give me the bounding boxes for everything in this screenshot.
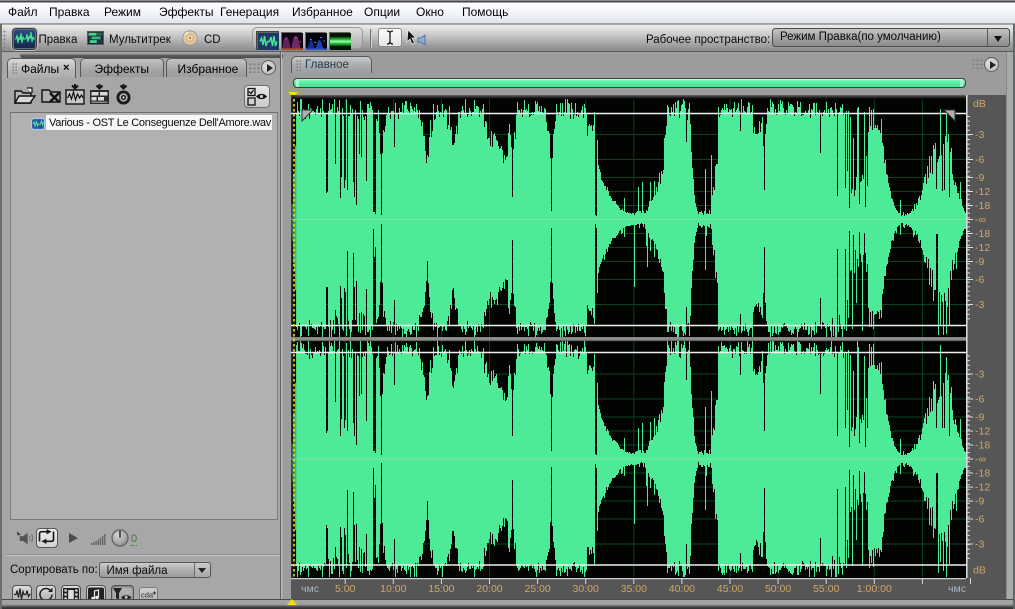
svg-text:-9: -9 [975,496,984,508]
svg-text:-18: -18 [975,228,990,240]
svg-text:чмс: чмс [301,583,319,595]
svg-text:30:00: 30:00 [573,583,599,595]
svg-text:20:00: 20:00 [476,583,502,595]
svg-text:-6: -6 [975,274,984,286]
svg-text:-6: -6 [975,514,984,526]
svg-text:-9: -9 [975,412,984,424]
svg-text:-9: -9 [975,172,984,184]
svg-text:-12: -12 [975,426,990,438]
svg-text:45:00: 45:00 [717,583,743,595]
svg-text:-18: -18 [975,440,990,452]
svg-text:-∞: -∞ [975,454,986,466]
svg-text:-12: -12 [975,186,990,198]
svg-text:-3: -3 [975,299,984,311]
svg-text:-12: -12 [975,482,990,494]
svg-text:-6: -6 [975,154,984,166]
svg-text:-12: -12 [975,242,990,254]
svg-text:1:00:00: 1:00:00 [857,583,892,595]
svg-text:-3: -3 [975,369,984,381]
svg-text:40:00: 40:00 [669,583,695,595]
svg-text:-3: -3 [975,129,984,141]
svg-text:dB: dB [973,565,986,577]
svg-text:-9: -9 [975,256,984,268]
svg-text:15:00: 15:00 [428,583,454,595]
svg-text:-18: -18 [975,200,990,212]
svg-text:-18: -18 [975,468,990,480]
svg-text:25:00: 25:00 [524,583,550,595]
svg-text:dB: dB [973,98,986,110]
svg-text:-6: -6 [975,394,984,406]
svg-text:5:00: 5:00 [335,583,356,595]
svg-text:10:00: 10:00 [380,583,406,595]
svg-text:35:00: 35:00 [621,583,647,595]
svg-text:чмс: чмс [948,583,966,595]
svg-text:50:00: 50:00 [765,583,791,595]
svg-text:-3: -3 [975,539,984,551]
svg-text:-∞: -∞ [975,214,986,226]
svg-text:55:00: 55:00 [813,583,839,595]
